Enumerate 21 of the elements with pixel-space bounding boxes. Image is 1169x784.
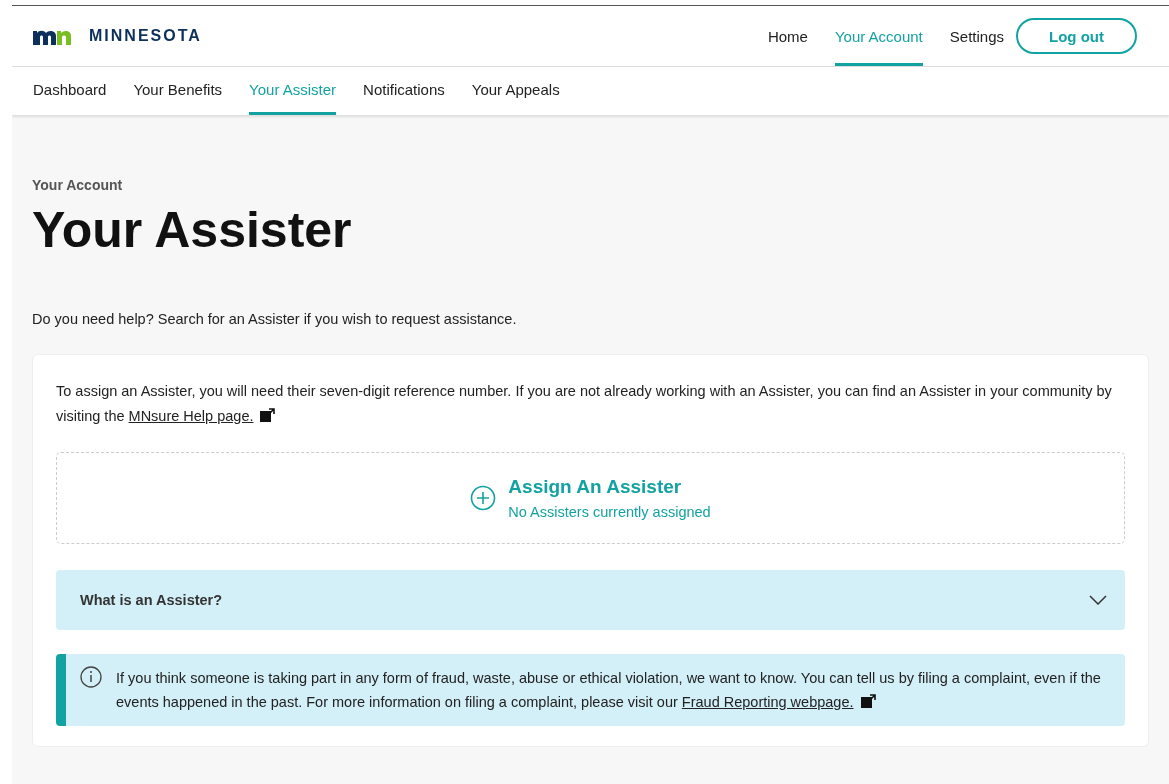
plus-circle-icon [470, 485, 497, 511]
nav-link[interactable]: Home [767, 6, 808, 66]
fraud-reporting-link[interactable]: Fraud Reporting webpage. [681, 694, 854, 710]
nav-link[interactable]: Settings [949, 6, 1004, 66]
intro-text: Do you need help? Search for an Assister if you wish to request assistance. [32, 311, 518, 327]
tab[interactable]: Your Appeals [471, 67, 560, 115]
tab[interactable]: Dashboard [33, 67, 107, 115]
accordion-header[interactable]: What is an Assister? [56, 570, 1125, 630]
external-link-icon [860, 694, 876, 709]
tab[interactable]: Your Benefits [133, 67, 223, 115]
external-link-icon [260, 408, 276, 423]
logo-text: MINNESOTA [89, 27, 202, 45]
breadcrumb: Your Account [32, 177, 124, 193]
assign-status-text: No Assisters currently assigned [508, 504, 711, 520]
instructions-text: To assign an Assister, you will need their seven-digit reference number. If you are not already working with an Assister, you can find an Assister in your community by visiting the MNsure Help page. [56, 382, 1113, 426]
chevron-icon [1089, 595, 1107, 605]
info-icon [80, 666, 102, 688]
help-page-link[interactable]: MNsure Help page. [128, 408, 254, 424]
tab[interactable]: Notifications [363, 67, 445, 115]
alert-text: If you think someone is taking part in any form of fraud, waste, abuse or ethical violation, we want to know. You can tell us by filing a complaint, even if the events happened in the past. For more information on filing a complaint, please visit our Fraud Reporting webpage. [116, 669, 1102, 712]
page-title: Your Assister [32, 201, 353, 259]
